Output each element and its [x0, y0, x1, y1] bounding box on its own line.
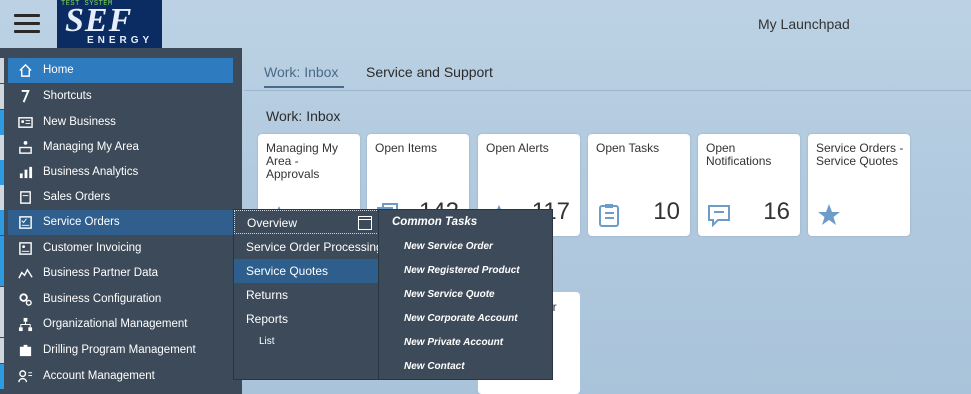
tab-service-support[interactable]: Service and Support: [366, 64, 493, 80]
sidebar-item-drilling-program[interactable]: Drilling Program Management: [0, 338, 233, 363]
sidebar-item-label: Service Orders: [43, 216, 120, 228]
submenu-list[interactable]: List: [234, 331, 379, 355]
submenu-label: Returns: [246, 288, 289, 302]
sidebar-item-managing-area[interactable]: Managing My Area: [0, 135, 233, 160]
tile-count: 10: [653, 198, 680, 225]
sidebar-item-business-partner[interactable]: Business Partner Data: [0, 261, 233, 286]
tile-open-notifications[interactable]: Open Notifications 16: [698, 134, 800, 236]
active-tab-indicator: [264, 86, 344, 88]
sidebar-item-label: Shortcuts: [43, 90, 92, 102]
logo-subtitle: ENERGY: [87, 35, 154, 46]
tile-title: Open Items: [375, 141, 438, 155]
sidebar-item-service-orders[interactable]: Service Orders: [0, 210, 233, 235]
sidebar-item-business-configuration[interactable]: Business Configuration: [0, 287, 233, 312]
bar-chart-icon: [19, 166, 33, 179]
tile-title: Open Tasks: [596, 141, 660, 155]
tile-title: Open Alerts: [486, 141, 549, 155]
sales-icon: [20, 191, 31, 204]
shortcut-icon: [21, 89, 30, 103]
task-new-service-order[interactable]: New Service Order: [404, 241, 493, 252]
tile-count: 16: [763, 198, 790, 225]
service-orders-submenu: Overview Service Order Processing Servic…: [233, 209, 383, 380]
page-title: My Launchpad: [758, 16, 850, 32]
section-title: Work: Inbox: [266, 108, 341, 124]
sidebar-item-label: New Business: [43, 116, 116, 128]
sidebar-item-label: Account Management: [43, 370, 155, 382]
org-icon: [19, 140, 32, 154]
task-new-contact[interactable]: New Contact: [404, 361, 465, 372]
task-new-registered-product[interactable]: New Registered Product: [404, 265, 520, 276]
home-icon: [19, 63, 32, 77]
sidebar-item-sales-orders[interactable]: Sales Orders: [0, 185, 233, 210]
star-icon: [818, 204, 840, 225]
sidebar-item-label: Organizational Management: [43, 318, 188, 330]
submenu-label: Overview: [247, 216, 298, 230]
sidebar-item-business-analytics[interactable]: Business Analytics: [0, 160, 233, 185]
submenu-label: Reports: [246, 312, 289, 326]
account-icon: [18, 370, 33, 383]
message-icon: [708, 205, 730, 228]
submenu-label: Service Order Processing: [246, 240, 383, 254]
sidebar-item-shortcuts[interactable]: Shortcuts: [0, 84, 233, 109]
sidebar-item-label: Business Configuration: [43, 293, 162, 305]
common-tasks-panel: Common Tasks New Service Order New Regis…: [378, 209, 553, 380]
submenu-reports[interactable]: Reports: [234, 307, 379, 331]
tab-work-inbox[interactable]: Work: Inbox: [264, 64, 338, 80]
task-list-icon: [599, 204, 619, 227]
sidebar-item-label: Drilling Program Management: [43, 344, 196, 356]
id-card-icon: [18, 117, 33, 128]
tile-title: Managing My Area - Approvals: [266, 141, 339, 181]
sidebar-item-label: Managing My Area: [43, 141, 139, 153]
submenu-service-order-processing[interactable]: Service Order Processing: [234, 235, 383, 259]
sidebar-item-label: Business Analytics: [43, 166, 139, 178]
sidebar-item-label: Business Partner Data: [43, 267, 159, 279]
sidebar-item-home[interactable]: Home: [0, 58, 233, 83]
top-bar: TEST SYSTEM SEF ENERGY My Launchpad: [0, 0, 971, 48]
sidebar-nav: Home Shortcuts New Business Managing My …: [0, 48, 242, 394]
tile-title: Service Orders - Service Quotes: [816, 141, 904, 168]
sidebar-item-label: Customer Invoicing: [43, 242, 142, 254]
partner-icon: [18, 268, 33, 279]
task-new-corporate-account[interactable]: New Corporate Account: [404, 313, 518, 324]
tile-service-orders-quotes[interactable]: Service Orders - Service Quotes: [808, 134, 910, 236]
sidebar-item-label: Sales Orders: [43, 191, 111, 203]
submenu-label: Service Quotes: [246, 264, 329, 278]
invoice-icon: [19, 242, 32, 255]
checklist-icon: [19, 216, 32, 229]
submenu-returns[interactable]: Returns: [234, 283, 379, 307]
company-logo: TEST SYSTEM SEF ENERGY: [57, 0, 162, 48]
submenu-label: List: [259, 336, 275, 347]
submenu-overview[interactable]: Overview: [234, 210, 379, 234]
gears-icon: [19, 293, 32, 306]
sidebar-item-customer-invoicing[interactable]: Customer Invoicing: [0, 236, 233, 261]
common-tasks-header: Common Tasks: [392, 216, 478, 228]
tab-divider: [244, 90, 971, 91]
puzzle-icon: [19, 344, 32, 357]
open-window-icon[interactable]: [358, 216, 372, 230]
sidebar-item-organizational-management[interactable]: Organizational Management: [0, 312, 233, 337]
sidebar-item-label: Home: [43, 64, 74, 76]
tile-title: Open Notifications: [706, 141, 772, 168]
sidebar-item-new-business[interactable]: New Business: [0, 110, 233, 135]
tile-open-tasks[interactable]: Open Tasks 10: [588, 134, 690, 236]
submenu-service-quotes[interactable]: Service Quotes: [234, 259, 379, 283]
menu-icon[interactable]: [14, 14, 40, 34]
hierarchy-icon: [18, 317, 33, 332]
sidebar-item-account-management[interactable]: Account Management: [0, 364, 233, 389]
task-new-private-account[interactable]: New Private Account: [404, 337, 503, 348]
task-new-service-quote[interactable]: New Service Quote: [404, 289, 495, 300]
